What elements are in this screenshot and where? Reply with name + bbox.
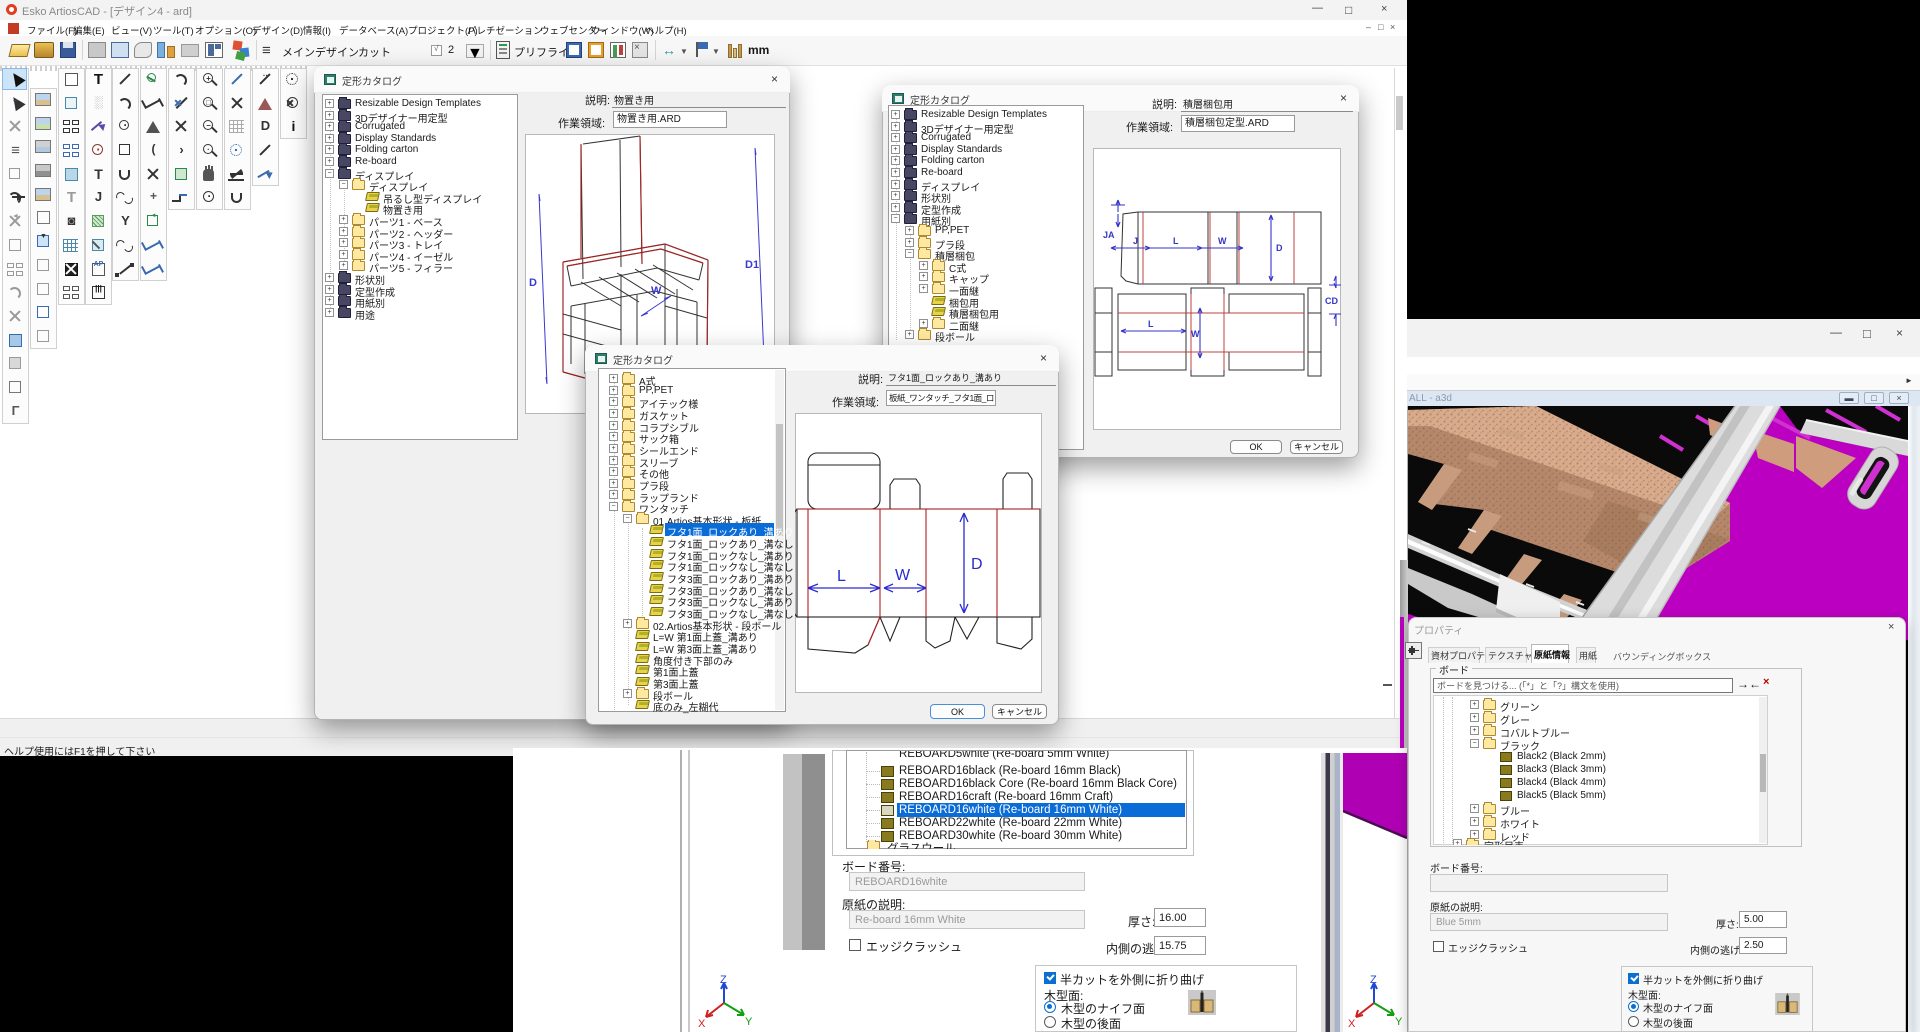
svg-text:W: W — [1218, 236, 1227, 246]
svg-text:D: D — [971, 556, 983, 573]
svg-text:J: J — [1133, 236, 1138, 246]
svg-text:Z: Z — [720, 975, 727, 986]
svg-text:Y: Y — [745, 1016, 752, 1028]
svg-text:D: D — [1276, 243, 1283, 253]
svg-text:X: X — [1348, 1018, 1356, 1029]
svg-text:L: L — [1173, 236, 1179, 246]
svg-text:L: L — [1148, 319, 1154, 329]
svg-text:D: D — [529, 277, 537, 289]
svg-text:Z: Z — [1370, 975, 1377, 986]
svg-text:W: W — [1191, 329, 1200, 339]
svg-text:Y: Y — [1395, 1016, 1402, 1028]
svg-text:W: W — [895, 567, 911, 584]
svg-text:L: L — [837, 568, 846, 585]
svg-text:X: X — [698, 1018, 706, 1029]
svg-text:D1: D1 — [745, 259, 759, 271]
svg-text:W: W — [651, 285, 662, 297]
svg-text:CD: CD — [1325, 296, 1338, 306]
svg-text:JA: JA — [1103, 230, 1115, 240]
